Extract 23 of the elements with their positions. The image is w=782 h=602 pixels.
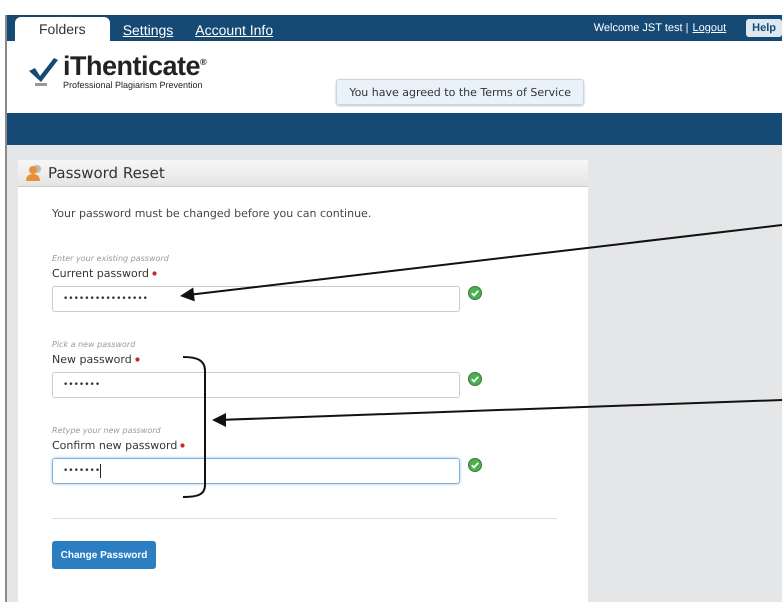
field-hint: Enter your existing password (52, 254, 169, 263)
nav-tab[interactable]: Settings (112, 19, 184, 41)
welcome-text: Welcome JST test | (594, 22, 688, 34)
user-icon (26, 164, 44, 182)
field-label: Confirm new password (52, 439, 178, 452)
field-hint: Pick a new password (52, 340, 136, 349)
password-field[interactable]: •••••••••••••••• (52, 286, 460, 312)
field-label: New password (52, 353, 132, 366)
nav-tab[interactable]: Folders (15, 17, 110, 41)
terms-notice: You have agreed to the Terms of Service (336, 79, 584, 105)
logo-tagline: Professional Plagiarism Prevention (63, 80, 204, 90)
password-field[interactable]: ••••••• (52, 372, 460, 398)
checkmark-logo-icon (27, 56, 59, 86)
nav-tab[interactable]: Account Info (184, 19, 284, 41)
logo-wordmark: iThenticate$^{®}$ (63, 53, 206, 80)
panel-title: Password Reset (48, 164, 165, 182)
help-button[interactable]: Help (746, 19, 782, 37)
field-hint: Retype your new password (52, 426, 161, 435)
password-field[interactable]: ••••••• (52, 458, 460, 484)
field-label: Current password (52, 267, 150, 280)
instruction-text: Your password must be changed before you can continue. (52, 207, 372, 220)
change-password-button[interactable]: Change Password (52, 541, 156, 569)
logout-link[interactable]: Logout (692, 22, 726, 34)
